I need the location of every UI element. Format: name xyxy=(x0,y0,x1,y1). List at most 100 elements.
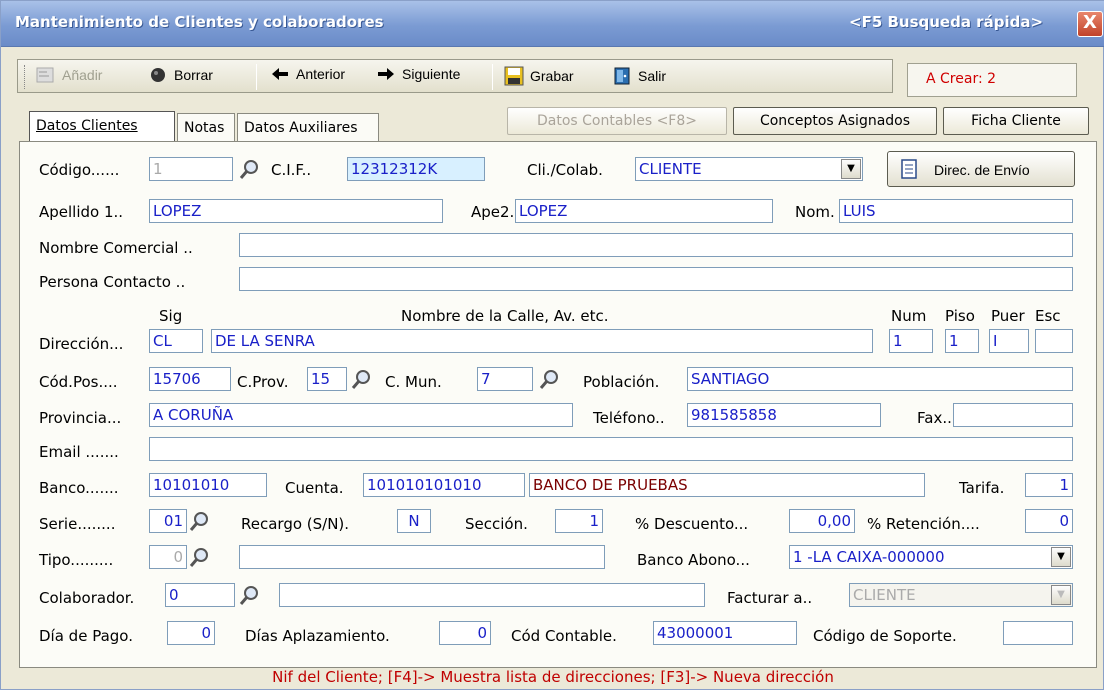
cprov-field[interactable]: 15 xyxy=(307,367,347,391)
delete-icon xyxy=(151,68,165,82)
esc-field[interactable] xyxy=(1035,329,1073,353)
tab-notas[interactable]: Notas xyxy=(177,113,235,143)
nombre-comercial-field[interactable] xyxy=(239,233,1073,257)
cmun-field[interactable]: 7 xyxy=(477,367,533,391)
client-card-button[interactable]: Ficha Cliente xyxy=(943,107,1089,135)
provincia-field[interactable]: A CORUÑA xyxy=(149,403,573,427)
apellido1-field[interactable]: LOPEZ xyxy=(149,199,443,223)
exit-button[interactable]: Salir xyxy=(612,66,666,86)
quick-search-hint[interactable]: <F5 Busqueda rápida> xyxy=(849,13,1043,31)
shipping-address-label: Direc. de Envío xyxy=(934,162,1030,178)
colaborador-field[interactable]: 0 xyxy=(165,583,235,607)
serie-field[interactable]: 01 xyxy=(149,509,187,533)
banco-abono-label: Banco Abono... xyxy=(637,551,750,569)
search-icon[interactable] xyxy=(539,368,561,390)
title-bar: Mantenimiento de Clientes y colaboradore… xyxy=(1,1,1104,47)
tab-datos-clientes[interactable]: Datos Clientes xyxy=(29,111,175,143)
provincia-label: Provincia... xyxy=(39,409,122,427)
banco-field[interactable]: 10101010 xyxy=(149,473,267,497)
nom-field[interactable]: LUIS xyxy=(839,199,1073,223)
colaborador-label: Colaborador. xyxy=(39,589,135,607)
exit-door-icon xyxy=(614,67,630,85)
search-icon[interactable] xyxy=(239,584,261,606)
previous-button[interactable]: Anterior xyxy=(270,66,345,82)
facturar-select[interactable]: CLIENTE ▼ xyxy=(849,583,1073,607)
persona-contacto-field[interactable] xyxy=(239,267,1073,291)
previous-label: Anterior xyxy=(296,66,346,82)
search-icon[interactable] xyxy=(351,368,373,390)
cod-contable-label: Cód Contable. xyxy=(511,627,617,645)
search-icon[interactable] xyxy=(189,546,211,568)
assigned-concepts-button[interactable]: Conceptos Asignados xyxy=(733,107,937,135)
close-button[interactable]: X xyxy=(1077,11,1103,37)
chevron-down-icon[interactable]: ▼ xyxy=(841,159,861,179)
sig-field[interactable]: CL xyxy=(149,329,203,353)
tab-datos-auxiliares[interactable]: Datos Auxiliares xyxy=(237,113,379,143)
seccion-field[interactable]: 1 xyxy=(555,509,603,533)
banco-abono-select[interactable]: 1 -LA CAIXA-000000 ▼ xyxy=(789,545,1073,569)
num-field[interactable]: 1 xyxy=(889,329,933,353)
retencion-field[interactable]: 0 xyxy=(1025,509,1073,533)
tab-label: Datos Auxiliares xyxy=(244,120,358,136)
calle-header: Nombre de la Calle, Av. etc. xyxy=(401,307,609,325)
dia-pago-label: Día de Pago. xyxy=(39,627,133,645)
num-header: Num xyxy=(891,307,927,325)
calle-field[interactable]: DE LA SENRA xyxy=(211,329,873,353)
codigo-soporte-field[interactable] xyxy=(1003,621,1073,645)
add-record-icon xyxy=(36,67,54,83)
sig-header: Sig xyxy=(159,307,183,325)
window-title: Mantenimiento de Clientes y colaboradore… xyxy=(15,13,384,31)
chevron-down-icon[interactable]: ▼ xyxy=(1051,547,1071,567)
piso-header: Piso xyxy=(945,307,975,325)
cif-field[interactable]: 12312312K xyxy=(347,157,485,181)
toolbar-separator xyxy=(256,64,257,90)
toolbar-grip xyxy=(24,65,27,89)
tipo-description-field xyxy=(239,545,605,569)
save-label: Grabar xyxy=(530,68,574,84)
accounting-data-button[interactable]: Datos Contables <F8> xyxy=(507,107,727,135)
retencion-label: % Retención.... xyxy=(867,515,980,533)
recargo-field[interactable]: N xyxy=(397,509,431,533)
tarifa-label: Tarifa. xyxy=(959,479,1005,497)
codigo-field[interactable]: 1 xyxy=(149,157,233,181)
tab-label: Notas xyxy=(184,120,225,136)
next-button[interactable]: Siguiente xyxy=(376,66,460,82)
tipo-label: Tipo......... xyxy=(39,551,114,569)
tipo-field[interactable]: 0 xyxy=(149,545,187,569)
banco-abono-value: 1 -LA CAIXA-000000 xyxy=(793,548,945,566)
poblacion-label: Población. xyxy=(583,373,660,391)
document-icon xyxy=(901,159,917,179)
cod-contable-field[interactable]: 43000001 xyxy=(653,621,797,645)
poblacion-field[interactable]: SANTIAGO xyxy=(687,367,1073,391)
cmun-label: C. Mun. xyxy=(385,373,442,391)
codpos-label: Cód.Pos.... xyxy=(39,373,118,391)
dias-aplazamiento-field[interactable]: 0 xyxy=(439,621,491,645)
codpos-field[interactable]: 15706 xyxy=(149,367,231,391)
arrow-right-icon xyxy=(378,68,394,80)
ape2-label: Ape2. xyxy=(471,203,515,221)
cli-colab-select[interactable]: CLIENTE ▼ xyxy=(635,157,863,181)
descuento-label: % Descuento... xyxy=(635,515,749,533)
search-icon[interactable] xyxy=(189,510,211,532)
search-icon[interactable] xyxy=(239,158,261,180)
cuenta-field[interactable]: 101010101010 xyxy=(363,473,525,497)
delete-button[interactable]: Borrar xyxy=(148,66,213,84)
add-button[interactable]: Añadir xyxy=(36,66,102,84)
toolbar-separator xyxy=(492,64,493,90)
fax-field[interactable] xyxy=(953,403,1073,427)
telefono-field[interactable]: 981585858 xyxy=(687,403,881,427)
ape2-field[interactable]: LOPEZ xyxy=(515,199,773,223)
chevron-down-icon[interactable]: ▼ xyxy=(1051,585,1071,605)
piso-field[interactable]: 1 xyxy=(945,329,979,353)
cli-colab-value: CLIENTE xyxy=(639,160,702,178)
descuento-field[interactable]: 0,00 xyxy=(789,509,855,533)
nombre-comercial-label: Nombre Comercial .. xyxy=(39,239,193,257)
email-field[interactable] xyxy=(149,437,1073,461)
save-button[interactable]: Grabar xyxy=(504,66,574,86)
puer-field[interactable]: I xyxy=(989,329,1029,353)
tarifa-field[interactable]: 1 xyxy=(1025,473,1073,497)
shipping-address-button[interactable]: Direc. de Envío xyxy=(887,151,1075,187)
cif-label: C.I.F.. xyxy=(271,161,312,179)
delete-label: Borrar xyxy=(174,67,213,83)
dia-pago-field[interactable]: 0 xyxy=(167,621,215,645)
